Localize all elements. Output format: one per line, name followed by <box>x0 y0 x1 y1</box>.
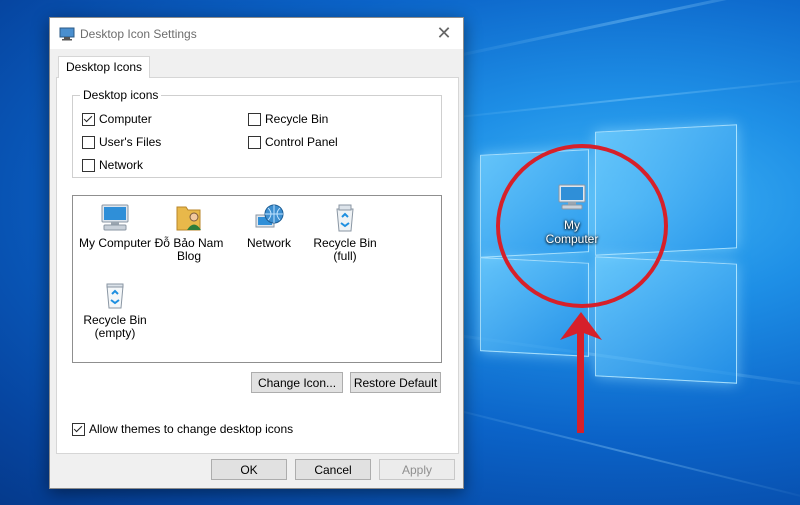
desktop-icon-settings-dialog: Desktop Icon Settings ✕ Desktop Icons De… <box>49 17 464 489</box>
list-item-network[interactable]: Network <box>227 203 311 250</box>
checkbox-checked-icon[interactable] <box>82 112 95 126</box>
checkbox-network[interactable]: Network <box>82 158 143 172</box>
checkbox-recycle-bin[interactable]: Recycle Bin <box>248 112 328 126</box>
checkbox-unchecked-icon[interactable] <box>82 158 95 172</box>
icon-label: Recycle Bin (full) <box>313 236 377 263</box>
checkbox-label: Network <box>99 158 144 172</box>
checkbox-label: Allow themes to change desktop icons <box>89 422 294 436</box>
icon-label: Recycle Bin (empty) <box>83 313 147 340</box>
restore-default-button[interactable]: Restore Default <box>350 372 441 393</box>
checkbox-allow-themes[interactable]: Allow themes to change desktop icons <box>72 422 293 436</box>
cancel-button[interactable]: Cancel <box>295 459 371 480</box>
checkbox-label: Computer <box>99 112 152 126</box>
monitor-app-icon <box>59 27 75 41</box>
title-bar: Desktop Icon Settings ✕ <box>50 18 463 49</box>
checkbox-label: Control Panel <box>265 135 338 149</box>
change-icon-button[interactable]: Change Icon... <box>251 372 343 393</box>
checkbox-unchecked-icon[interactable] <box>248 112 261 126</box>
light-ray <box>419 76 800 122</box>
list-item-recycle-bin-full[interactable]: Recycle Bin (full) <box>303 203 387 263</box>
light-ray <box>419 400 800 504</box>
ok-button[interactable]: OK <box>211 459 287 480</box>
list-item-recycle-bin-empty[interactable]: Recycle Bin (empty) <box>73 280 157 340</box>
recycle-bin-full-icon <box>336 204 354 232</box>
network-globe-icon <box>255 204 284 228</box>
recycle-bin-empty-icon <box>106 283 124 309</box>
checkbox-checked-icon[interactable] <box>72 422 85 436</box>
icon-label: Đỗ Bảo Nam Blog <box>154 236 224 263</box>
icon-preview-list: My Computer Đỗ Bảo Nam Blog Network Recy… <box>72 195 442 363</box>
desktop-icons-group: Desktop icons Computer Recycle Bin User'… <box>72 88 442 178</box>
checkbox-label: Recycle Bin <box>265 112 329 126</box>
list-item-user-files[interactable]: Đỗ Bảo Nam Blog <box>147 203 231 263</box>
icon-label: My Computer <box>78 236 152 250</box>
checkbox-users-files[interactable]: User's Files <box>82 135 161 149</box>
tab-desktop-icons[interactable]: Desktop Icons <box>58 56 151 78</box>
group-title: Desktop icons <box>80 88 162 102</box>
checkbox-control-panel[interactable]: Control Panel <box>248 135 338 149</box>
tab-panel: Desktop icons Computer Recycle Bin User'… <box>56 77 459 454</box>
checkbox-computer[interactable]: Computer <box>82 112 152 126</box>
red-arrow-shaft <box>577 330 584 433</box>
light-ray <box>429 0 800 63</box>
close-icon[interactable]: ✕ <box>433 22 455 44</box>
checkbox-unchecked-icon[interactable] <box>82 135 95 149</box>
computer-icon <box>101 204 129 231</box>
checkbox-unchecked-icon[interactable] <box>248 135 261 149</box>
apply-button[interactable]: Apply <box>379 459 455 480</box>
user-folder-icon <box>176 206 201 231</box>
dialog-title: Desktop Icon Settings <box>80 27 197 41</box>
highlight-circle <box>496 144 668 308</box>
checkbox-label: User's Files <box>99 135 162 149</box>
list-item-my-computer[interactable]: My Computer <box>73 203 157 250</box>
icon-label: Network <box>246 236 291 250</box>
